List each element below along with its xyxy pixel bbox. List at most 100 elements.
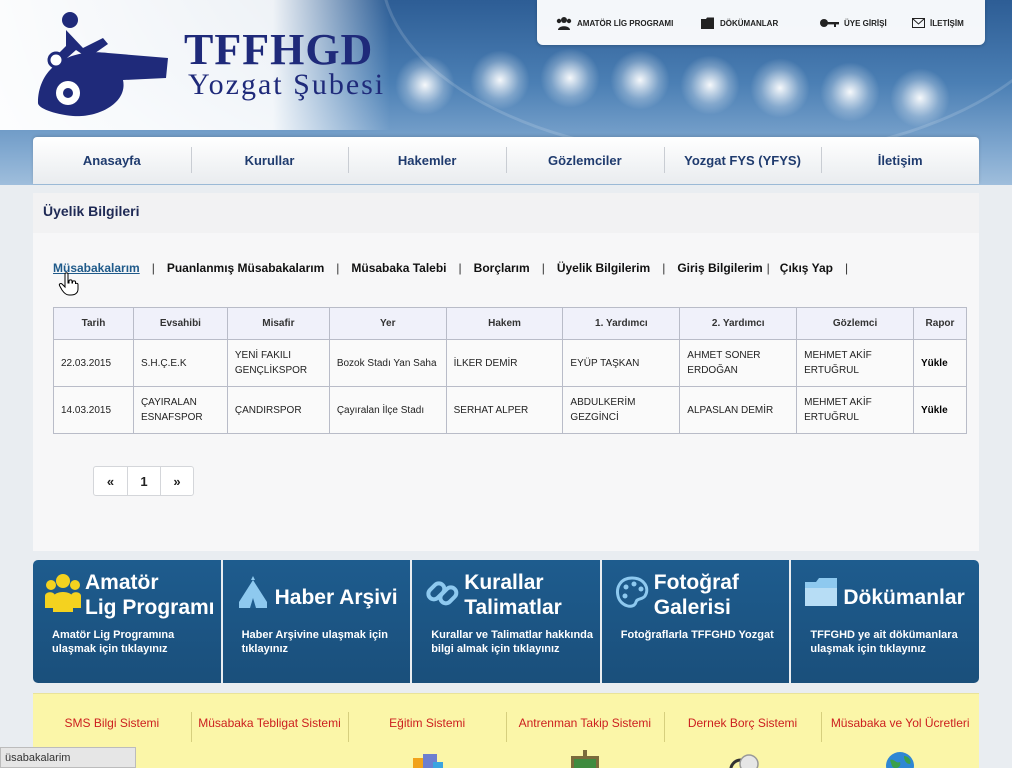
upload-report-link[interactable]: Yükle <box>912 386 968 434</box>
users-icon <box>45 574 81 612</box>
logo[interactable]: TFFHGD Yozgat Şubesi <box>0 0 390 130</box>
subnav-separator: | <box>336 261 340 275</box>
stadium-light <box>820 62 880 122</box>
stadium-light <box>750 58 810 118</box>
cell-assistant-1: ABDULKERİM GEZGİNCİ <box>562 386 681 434</box>
subnav-separator: | <box>151 261 155 275</box>
stadium-light <box>890 68 950 128</box>
feature-title: Kurallar Talimatlar <box>464 571 562 619</box>
subnav-login-info[interactable]: Giriş Bilgilerim <box>677 261 762 275</box>
folder-icon <box>805 578 838 606</box>
table-row: 14.03.2015 ÇAYIRALAN ESNAFSPOR ÇANDIRSPO… <box>53 386 968 434</box>
tent-icon <box>238 576 267 608</box>
feature-news-archive[interactable]: Haber Arşivi Haber Arşivine ulaşmak için… <box>220 560 411 683</box>
system-label: Eğitim Sistemi <box>389 716 466 730</box>
cell-referee: İLKER DEMİR <box>445 339 564 387</box>
whistle-player-icon <box>38 12 168 117</box>
column-header: Hakem <box>445 307 564 340</box>
pager-prev-button[interactable]: « <box>94 467 127 495</box>
feature-title: Amatör Lig Programı <box>85 571 215 619</box>
cell-assistant-2: ALPASLAN DEMİR <box>679 386 798 434</box>
envelope-icon <box>912 18 925 28</box>
feature-rules[interactable]: Kurallar Talimatlar Kurallar ve Talimatl… <box>410 560 600 683</box>
browser-status-bar: üsabakalarim <box>0 747 136 768</box>
main-navigation: Anasayfa Kurullar Hakemler Gözlemciler Y… <box>33 137 979 184</box>
key-icon <box>820 19 839 27</box>
feature-description: Haber Arşivine ulaşmak için tıklayınız <box>241 629 388 655</box>
debt-counter-icon <box>729 754 759 768</box>
top-link-contact[interactable]: İLETİŞİM <box>912 15 964 31</box>
system-match-travel-fees[interactable]: Müsabaka ve Yol Ücretleri <box>821 694 979 768</box>
system-label: Antrenman Takip Sistemi <box>518 716 652 730</box>
content-header <box>33 193 979 233</box>
stadium-light <box>470 50 530 110</box>
cell-home: S.H.Ç.E.K <box>132 339 228 387</box>
top-link-member-login[interactable]: ÜYE GİRİŞİ <box>819 15 887 31</box>
link-icon <box>426 581 459 606</box>
cell-venue: Çayıralan İlçe Stadı <box>328 386 447 434</box>
system-label: Müsabaka Tebligat Sistemi <box>198 716 341 730</box>
top-link-label: DÖKÜMANLAR <box>720 18 779 28</box>
cell-venue: Bozok Stadı Yan Saha <box>328 339 447 387</box>
top-link-documents[interactable]: DÖKÜMANLAR <box>701 15 778 31</box>
top-link-label: İLETİŞİM <box>930 18 964 28</box>
pagination: « 1 » <box>93 466 194 496</box>
subnav-separator: | <box>458 261 462 275</box>
subnav-rated-matches[interactable]: Puanlanmış Müsabakalarım <box>167 261 324 275</box>
nav-item-referees[interactable]: Hakemler <box>348 137 506 184</box>
palette-icon <box>615 576 649 608</box>
cell-date: 14.03.2015 <box>53 386 134 434</box>
column-header: Yer <box>328 307 447 340</box>
system-label: Dernek Borç Sistemi <box>687 716 798 730</box>
matches-table: Tarih Evsahibi Misafir Yer Hakem 1. Yard… <box>53 307 968 434</box>
system-training[interactable]: Antrenman Takip Sistemi <box>506 694 664 768</box>
feature-title: Fotoğraf Galerisi <box>653 571 739 619</box>
pager-next-button[interactable]: » <box>160 467 193 495</box>
cell-assistant-1: EYÜP TAŞKAN <box>562 339 681 387</box>
top-link-amateur-league[interactable]: AMATÖR LİG PROGRAMI <box>556 15 673 31</box>
cell-assistant-2: AHMET SONER ERDOĞAN <box>679 339 798 387</box>
nav-item-home[interactable]: Anasayfa <box>33 137 191 184</box>
brand-branch: Yozgat Şubesi <box>188 68 386 101</box>
column-header: Tarih <box>53 307 134 340</box>
hand-cursor-icon <box>58 272 79 296</box>
column-header: 1. Yardımcı <box>562 307 681 340</box>
feature-amateur-league[interactable]: Amatör Lig Programı Amatör Lig Programın… <box>33 560 221 683</box>
system-label: SMS Bilgi Sistemi <box>64 716 160 730</box>
content-panel: Üyelik Bilgileri Müsabakalarım | Puanlan… <box>33 193 979 551</box>
feature-title: Haber Arşivi <box>274 586 398 609</box>
nav-item-contact[interactable]: İletişim <box>821 137 979 184</box>
top-link-label: ÜYE GİRİŞİ <box>844 18 887 28</box>
system-association-debt[interactable]: Dernek Borç Sistemi <box>663 694 822 768</box>
cell-date: 22.03.2015 <box>53 339 134 387</box>
member-subnav: Müsabakalarım | Puanlanmış Müsabakalarım… <box>53 261 860 275</box>
education-icon <box>413 754 444 768</box>
feature-photo-gallery[interactable]: Fotoğraf Galerisi Fotoğraflarla TFFGHD Y… <box>599 560 790 683</box>
cell-away: YENİ FAKILI GENÇLİKSPOR <box>226 339 330 387</box>
nav-item-boards[interactable]: Kurullar <box>190 137 349 184</box>
subnav-membership-info[interactable]: Üyelik Bilgilerim <box>557 261 650 275</box>
cell-home: ÇAYIRALAN ESNAFSPOR <box>132 386 228 434</box>
nav-item-yfys[interactable]: Yozgat FYS (YFYS) <box>663 137 822 184</box>
system-match-notification[interactable]: Müsabaka Tebligat Sistemi <box>190 694 349 768</box>
cell-referee: SERHAT ALPER <box>445 386 564 434</box>
column-header: Gözlemci <box>796 307 914 340</box>
column-header: Misafir <box>226 307 330 340</box>
globe-icon <box>886 752 915 768</box>
subnav-match-request[interactable]: Müsabaka Talebi <box>351 261 446 275</box>
pager-page-button[interactable]: 1 <box>127 467 160 495</box>
nav-item-observers[interactable]: Gözlemciler <box>506 137 664 184</box>
feature-description: Amatör Lig Programına ulaşmak için tıkla… <box>52 629 175 655</box>
stadium-light <box>610 50 670 110</box>
subnav-logout[interactable]: Çıkış Yap <box>780 261 833 275</box>
subnav-separator: | <box>766 261 770 275</box>
systems-bar: SMS Bilgi Sistemi Müsabaka Tebligat Sist… <box>33 693 979 768</box>
column-header: Rapor <box>912 307 968 340</box>
feature-documents[interactable]: Dökümanlar TFFGHD ye ait dökümanlara ula… <box>789 560 979 683</box>
cell-observer: MEHMET AKİF ERTUĞRUL <box>796 339 914 387</box>
feature-title: Dökümanlar <box>843 586 965 609</box>
system-education[interactable]: Eğitim Sistemi <box>348 694 506 768</box>
upload-report-link[interactable]: Yükle <box>912 339 968 387</box>
subnav-debts[interactable]: Borçlarım <box>474 261 530 275</box>
subnav-separator: | <box>541 261 545 275</box>
